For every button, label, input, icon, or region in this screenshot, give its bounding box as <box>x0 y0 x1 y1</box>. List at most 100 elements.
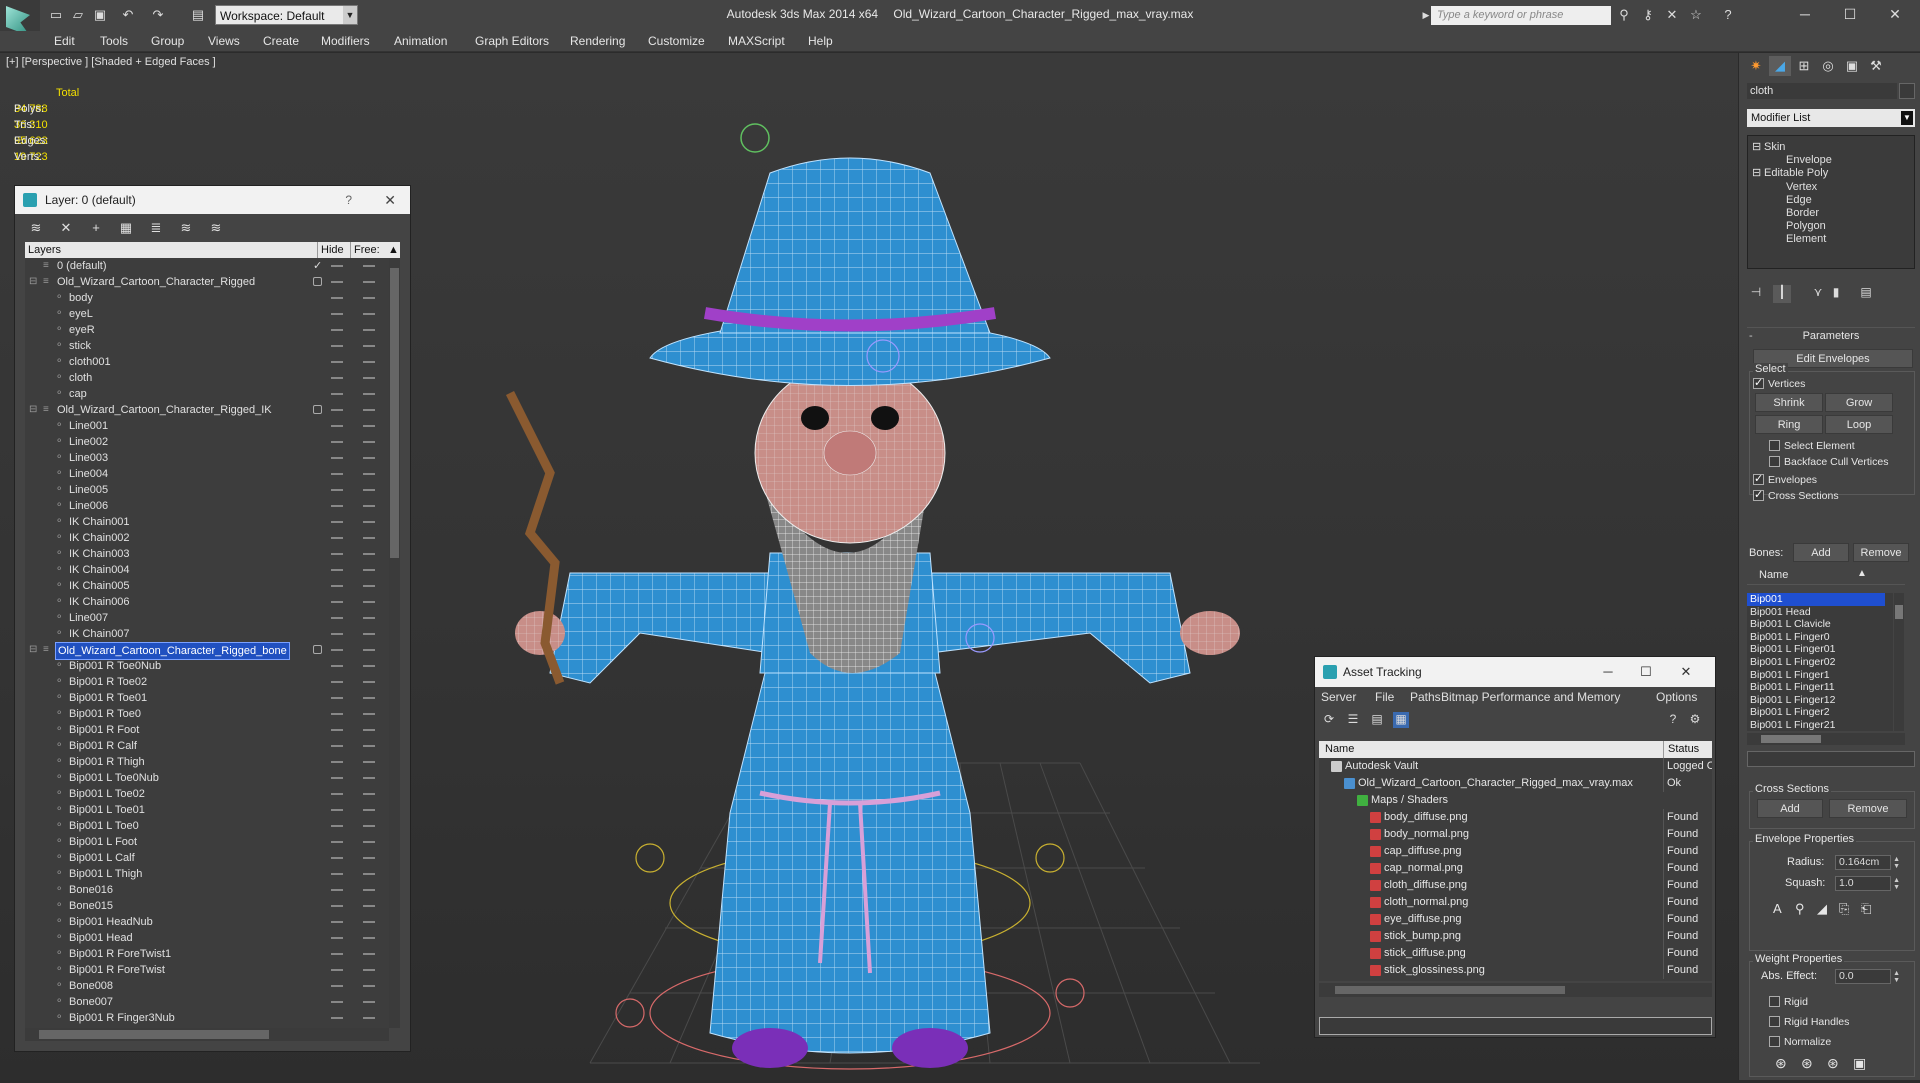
hide-all-icon[interactable]: ≋ <box>177 220 195 236</box>
ring-button[interactable]: Ring <box>1755 415 1823 434</box>
falloff-relative-icon[interactable]: ⚲ <box>1795 901 1805 917</box>
paste-envelope-icon[interactable]: ⎗ <box>1861 901 1871 917</box>
asset-horizontal-scrollbar[interactable] <box>1319 983 1712 997</box>
hide-toggle[interactable] <box>331 585 343 587</box>
hide-toggle[interactable] <box>331 281 343 283</box>
layer-row[interactable]: ⚬ IK Chain001 <box>25 514 389 530</box>
freeze-toggle[interactable] <box>363 361 375 363</box>
cross-section-remove-button[interactable]: Remove <box>1829 799 1907 818</box>
close-icon[interactable]: ✕ <box>1671 657 1701 687</box>
freeze-toggle[interactable] <box>363 729 375 731</box>
hide-toggle[interactable] <box>331 841 343 843</box>
layer-row[interactable]: ⚬ body <box>25 290 389 306</box>
sub-object-item[interactable]: Vertex <box>1786 180 1817 194</box>
hide-toggle[interactable] <box>331 729 343 731</box>
bone-item[interactable]: Bip001 L Finger21 <box>1747 719 1885 731</box>
remove-modifier-icon[interactable]: ▮ <box>1827 285 1845 303</box>
asset-row[interactable]: body_normal.png Found <box>1319 826 1712 843</box>
freeze-toggle[interactable] <box>363 841 375 843</box>
asset-row[interactable]: cloth_diffuse.png Found <box>1319 877 1712 894</box>
layer-row[interactable]: ⚬ Bip001 R Toe0 <box>25 706 389 722</box>
collapse-toggle-icon[interactable]: ⊟ <box>29 402 37 418</box>
set-current-layer-icon[interactable] <box>313 405 322 414</box>
menu-graph-editors[interactable]: Graph Editors <box>475 34 549 48</box>
freeze-toggle[interactable] <box>363 297 375 299</box>
scroll-thumb[interactable] <box>1335 986 1565 994</box>
column-hide[interactable]: Hide <box>317 242 344 258</box>
freeze-all-icon[interactable]: ≋ <box>207 220 225 236</box>
menu-views[interactable]: Views <box>208 34 240 48</box>
bones-list-header[interactable]: Name ▲ <box>1747 567 1905 585</box>
layer-row[interactable]: ⊟ ≡ Old_Wizard_Cartoon_Character_Rigged <box>25 274 389 290</box>
hide-toggle[interactable] <box>331 329 343 331</box>
layer-row[interactable]: ⚬ Line001 <box>25 418 389 434</box>
hide-toggle[interactable] <box>331 313 343 315</box>
binoculars-icon[interactable]: ⚲ <box>1616 7 1632 23</box>
chevron-up-icon[interactable]: ▲ <box>385 242 399 258</box>
layer-row[interactable]: ⚬ Line003 <box>25 450 389 466</box>
make-unique-icon[interactable]: ⋎ <box>1809 285 1827 303</box>
bone-item[interactable]: Bip001 L Finger11 <box>1747 681 1885 694</box>
hide-toggle[interactable] <box>331 921 343 923</box>
layer-row[interactable]: ⚬ Bip001 R ForeTwist <box>25 962 389 978</box>
minimize-button[interactable]: ─ <box>1785 2 1825 26</box>
asset-row[interactable]: eye_diffuse.png Found <box>1319 911 1712 928</box>
layer-panel-titlebar[interactable]: Layer: 0 (default) ? ✕ <box>15 186 410 214</box>
hide-toggle[interactable] <box>331 265 343 267</box>
layer-row[interactable]: ⚬ Bip001 Head <box>25 930 389 946</box>
layer-row[interactable]: ⚬ Bone008 <box>25 978 389 994</box>
bone-item[interactable]: Bip001 L Finger0 <box>1747 631 1885 644</box>
cross-sections-checkbox[interactable]: Cross Sections <box>1753 488 1839 503</box>
sub-object-item[interactable]: Border <box>1786 206 1819 220</box>
highlight-layer-icon[interactable]: ≣ <box>147 220 165 236</box>
hide-toggle[interactable] <box>331 601 343 603</box>
hide-toggle[interactable] <box>331 617 343 619</box>
layer-row[interactable]: ⚬ Bip001 R Toe02 <box>25 674 389 690</box>
add-to-layer-icon[interactable]: + <box>87 220 105 236</box>
freeze-toggle[interactable] <box>363 969 375 971</box>
layer-row[interactable]: ⚬ Bip001 L Calf <box>25 850 389 866</box>
modifier-stack[interactable]: Skin ⊟ Envelope Editable Poly ⊟ Vertex Edge Bor… <box>1747 135 1915 269</box>
layer-row[interactable]: ⚬ IK Chain003 <box>25 546 389 562</box>
asset-row[interactable]: stick_bump.png Found <box>1319 928 1712 945</box>
hide-toggle[interactable] <box>331 505 343 507</box>
spinner-arrows-icon[interactable]: ▲ ▼ <box>1893 970 1900 984</box>
layer-row[interactable]: ⚬ Bip001 L Thigh <box>25 866 389 882</box>
hide-toggle[interactable] <box>331 873 343 875</box>
freeze-toggle[interactable] <box>363 857 375 859</box>
freeze-toggle[interactable] <box>363 489 375 491</box>
layer-row[interactable]: ⚬ cap <box>25 386 389 402</box>
hide-toggle[interactable] <box>331 569 343 571</box>
envelopes-checkbox[interactable]: Envelopes <box>1753 472 1817 487</box>
falloff-curve-icon[interactable]: ◢ <box>1817 901 1827 917</box>
configure-modifier-sets-icon[interactable]: ▤ <box>1857 285 1875 303</box>
motion-tab-icon[interactable]: ◎ <box>1817 56 1839 76</box>
hide-toggle[interactable] <box>331 473 343 475</box>
freeze-toggle[interactable] <box>363 953 375 955</box>
minimize-button[interactable]: ─ <box>1593 657 1623 687</box>
bone-item[interactable]: Bip001 Head <box>1747 606 1885 619</box>
asset-row[interactable]: body_diffuse.png Found <box>1319 809 1712 826</box>
include-verts-icon[interactable]: ⊛ <box>1801 1055 1813 1072</box>
freeze-toggle[interactable] <box>363 473 375 475</box>
layer-row[interactable]: ⚬ Bip001 R Calf <box>25 738 389 754</box>
freeze-toggle[interactable] <box>363 329 375 331</box>
hide-toggle[interactable] <box>331 633 343 635</box>
freeze-toggle[interactable] <box>363 425 375 427</box>
expand-toggle-icon[interactable]: ⊟ <box>1752 166 1761 180</box>
freeze-toggle[interactable] <box>363 409 375 411</box>
bone-filter-field[interactable] <box>1747 751 1915 767</box>
checkbox[interactable] <box>1769 1016 1780 1027</box>
layer-row[interactable]: ⚬ Line002 <box>25 434 389 450</box>
freeze-toggle[interactable] <box>363 569 375 571</box>
modifier-item[interactable]: Editable Poly <box>1764 166 1828 180</box>
freeze-toggle[interactable] <box>363 521 375 523</box>
freeze-toggle[interactable] <box>363 633 375 635</box>
radius-spinner[interactable]: 0.164cm ▲ ▼ <box>1835 855 1900 870</box>
object-name-field[interactable]: cloth <box>1747 83 1897 99</box>
bone-item[interactable]: Bip001 L Finger02 <box>1747 656 1885 669</box>
column-status[interactable]: Status <box>1663 741 1699 758</box>
hide-toggle[interactable] <box>331 553 343 555</box>
layer-row[interactable]: ≡ 0 (default) ✓ <box>25 258 389 274</box>
asset-path-field[interactable] <box>1319 1017 1712 1035</box>
